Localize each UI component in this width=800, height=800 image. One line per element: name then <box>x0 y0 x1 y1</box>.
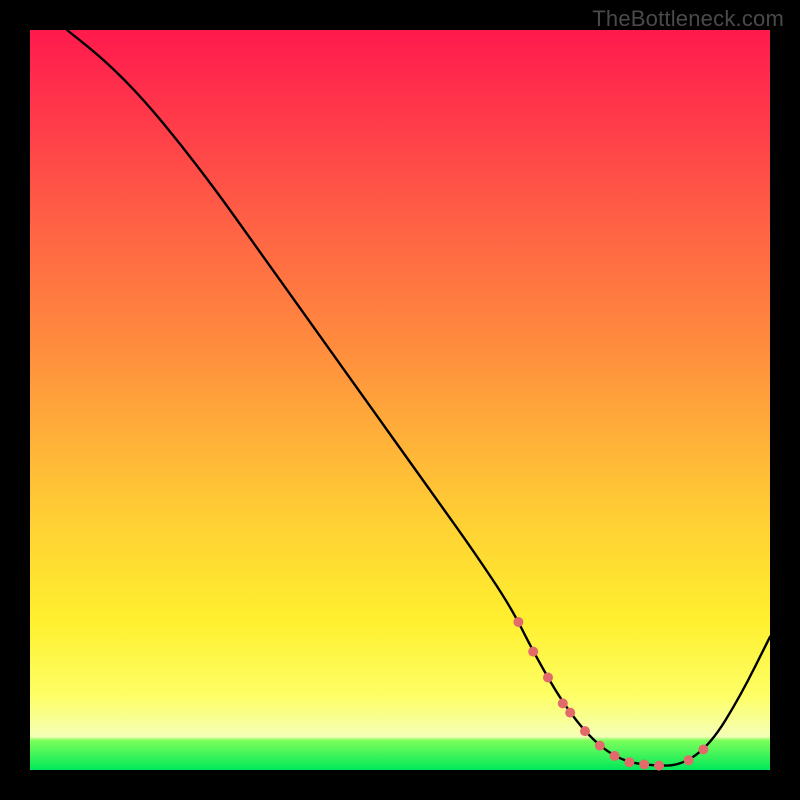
optimal-dot <box>698 745 708 755</box>
chart-stage: TheBottleneck.com <box>0 0 800 800</box>
watermark-text: TheBottleneck.com <box>592 6 784 32</box>
optimal-dot <box>684 755 694 765</box>
bottleneck-curve-svg <box>30 30 770 770</box>
optimal-dot <box>565 708 575 718</box>
optimal-zone-dots <box>513 617 708 771</box>
optimal-dot <box>513 617 523 627</box>
optimal-dot <box>654 761 664 771</box>
optimal-dot <box>580 726 590 736</box>
optimal-dot <box>528 647 538 657</box>
optimal-dot <box>543 673 553 683</box>
optimal-dot <box>558 698 568 708</box>
optimal-dot <box>595 741 605 751</box>
optimal-dot <box>639 760 649 770</box>
plot-area <box>30 30 770 770</box>
optimal-dot <box>624 757 634 767</box>
bottleneck-curve-path <box>67 30 770 766</box>
optimal-dot <box>610 751 620 761</box>
